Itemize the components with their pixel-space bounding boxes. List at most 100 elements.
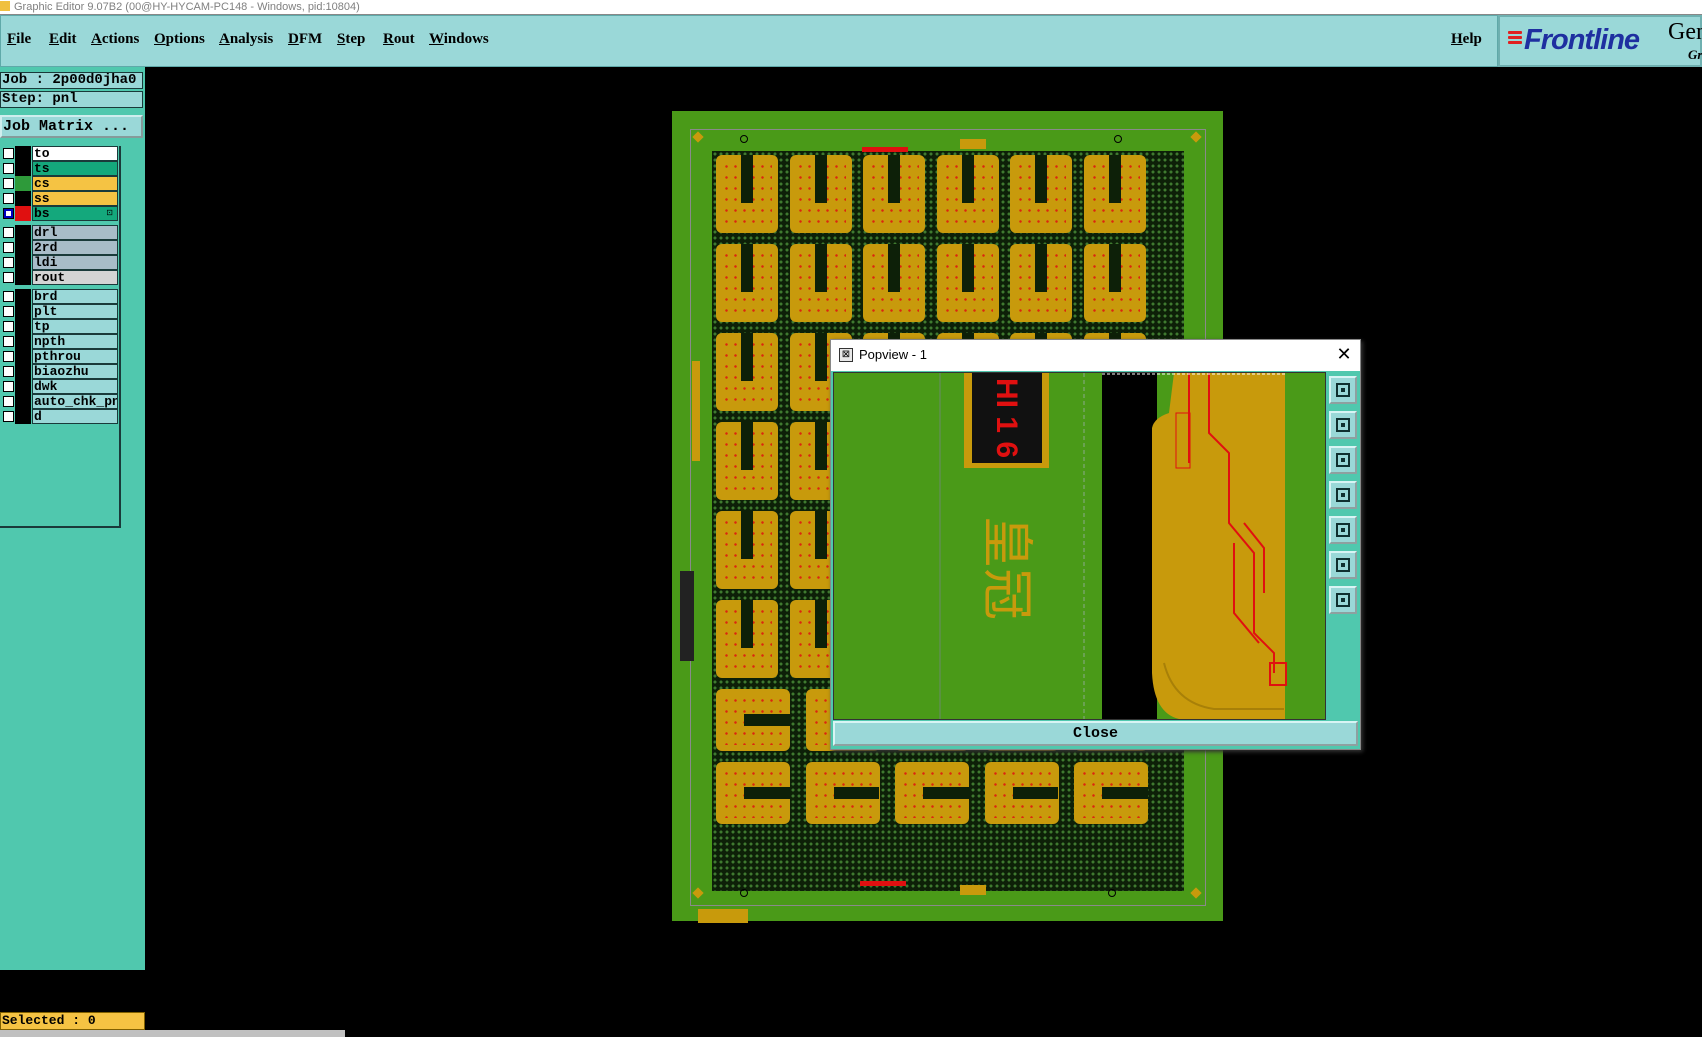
- layer-checkbox[interactable]: [3, 227, 14, 238]
- layer-checkbox[interactable]: [3, 321, 14, 332]
- layer-name[interactable]: to: [32, 146, 118, 161]
- layer-row-to[interactable]: to: [0, 146, 118, 161]
- layer-checkbox[interactable]: [3, 272, 14, 283]
- layer-color-swatch[interactable]: [15, 225, 31, 240]
- menu-step[interactable]: Step: [337, 31, 365, 48]
- layer-checkbox[interactable]: [3, 257, 14, 268]
- layer-row-dwk[interactable]: dwk: [0, 379, 118, 394]
- layer-row-ldi[interactable]: ldi: [0, 255, 118, 270]
- close-button[interactable]: Close: [833, 721, 1358, 746]
- tooling-hole-icon: [1114, 135, 1122, 143]
- rotated-board-text: HI 1 6: [990, 378, 1023, 458]
- layer-color-swatch[interactable]: [15, 206, 31, 221]
- layer-row-drl[interactable]: drl: [0, 225, 118, 240]
- menu-help[interactable]: Help: [1451, 31, 1482, 48]
- layer-checkbox[interactable]: [3, 396, 14, 407]
- job-matrix-button[interactable]: Job Matrix ...: [0, 115, 143, 138]
- layer-name[interactable]: drl: [32, 225, 118, 240]
- menu-windows[interactable]: Windows: [429, 31, 489, 48]
- close-icon[interactable]: ✕: [1334, 340, 1354, 369]
- pan-right-icon[interactable]: [1329, 516, 1357, 544]
- layer-checkbox[interactable]: [3, 411, 14, 422]
- layer-color-swatch[interactable]: [15, 349, 31, 364]
- layer-name[interactable]: pthrou: [32, 349, 118, 364]
- layer-color-swatch[interactable]: [15, 176, 31, 191]
- layer-name[interactable]: d: [32, 409, 118, 424]
- layer-color-swatch[interactable]: [15, 255, 31, 270]
- layer-name[interactable]: ldi: [32, 255, 118, 270]
- popview-canvas[interactable]: HI 1 6 皇冠: [833, 372, 1326, 720]
- menu-edit[interactable]: Edit: [49, 31, 77, 48]
- layer-name[interactable]: biaozhu: [32, 364, 118, 379]
- layer-row-ts[interactable]: ts: [0, 161, 118, 176]
- menu-analysis[interactable]: Analysis: [219, 31, 273, 48]
- layer-color-swatch[interactable]: [15, 394, 31, 409]
- layer-color-swatch[interactable]: [15, 240, 31, 255]
- layer-name[interactable]: ts: [32, 161, 118, 176]
- pcb-unit-rotated: [716, 762, 790, 824]
- layer-name[interactable]: rout: [32, 270, 118, 285]
- logo-brand: Frontline: [1524, 24, 1640, 56]
- layer-name[interactable]: bs: [32, 206, 118, 221]
- layer-checkbox[interactable]: [3, 242, 14, 253]
- layer-color-swatch[interactable]: [15, 319, 31, 334]
- zoom-home-icon[interactable]: [1329, 586, 1357, 614]
- layer-name[interactable]: npth: [32, 334, 118, 349]
- layer-row-cs[interactable]: cs: [0, 176, 118, 191]
- layer-row-pthrou[interactable]: pthrou: [0, 349, 118, 364]
- layer-checkbox[interactable]: [3, 148, 14, 159]
- layer-color-swatch[interactable]: [15, 364, 31, 379]
- layer-checkbox[interactable]: [3, 291, 14, 302]
- layer-color-swatch[interactable]: [15, 161, 31, 176]
- menu-actions[interactable]: Actions: [91, 31, 139, 48]
- layer-name[interactable]: ss: [32, 191, 118, 206]
- menu-rout[interactable]: Rout: [383, 31, 415, 48]
- layer-checkbox[interactable]: [3, 163, 14, 174]
- layer-name[interactable]: dwk: [32, 379, 118, 394]
- pan-left-icon[interactable]: [1329, 481, 1357, 509]
- layer-name[interactable]: plt: [32, 304, 118, 319]
- layer-checkbox[interactable]: [3, 208, 14, 219]
- layer-name[interactable]: auto_chk_pnl: [32, 394, 118, 409]
- layer-color-swatch[interactable]: [15, 379, 31, 394]
- layer-color-swatch[interactable]: [15, 289, 31, 304]
- layer-row-auto-chk-pnl[interactable]: auto_chk_pnl: [0, 394, 118, 409]
- pcb-unit: [936, 155, 999, 233]
- layer-name[interactable]: cs: [32, 176, 118, 191]
- layer-name[interactable]: tp: [32, 319, 118, 334]
- pan-down-icon[interactable]: [1329, 446, 1357, 474]
- layer-color-swatch[interactable]: [15, 270, 31, 285]
- layer-name[interactable]: 2rd: [32, 240, 118, 255]
- menu-dfm[interactable]: DFM: [288, 31, 322, 48]
- layer-color-swatch[interactable]: [15, 334, 31, 349]
- pan-up-icon[interactable]: [1329, 411, 1357, 439]
- layer-checkbox[interactable]: [3, 306, 14, 317]
- layer-checkbox[interactable]: [3, 193, 14, 204]
- layer-row-brd[interactable]: brd: [0, 289, 118, 304]
- layer-color-swatch[interactable]: [15, 409, 31, 424]
- layer-checkbox[interactable]: [3, 366, 14, 377]
- layer-checkbox[interactable]: [3, 178, 14, 189]
- layer-row-plt[interactable]: plt: [0, 304, 118, 319]
- layer-row-npth[interactable]: npth: [0, 334, 118, 349]
- layer-row-d[interactable]: d: [0, 409, 118, 424]
- layer-row-bs[interactable]: bs ⊡: [0, 206, 118, 221]
- menu-options[interactable]: Options: [154, 31, 205, 48]
- layer-checkbox[interactable]: [3, 336, 14, 347]
- layer-row-biaozhu[interactable]: biaozhu: [0, 364, 118, 379]
- layer-checkbox[interactable]: [3, 351, 14, 362]
- layer-name[interactable]: brd: [32, 289, 118, 304]
- pan-down-icon-glyph: [1336, 453, 1350, 467]
- layer-row-ss[interactable]: ss: [0, 191, 118, 206]
- layer-row-rout[interactable]: rout: [0, 270, 118, 285]
- layer-row-2rd[interactable]: 2rd: [0, 240, 118, 255]
- layer-color-swatch[interactable]: [15, 191, 31, 206]
- pcb-unit: [716, 422, 778, 500]
- layer-color-swatch[interactable]: [15, 304, 31, 319]
- layer-checkbox[interactable]: [3, 381, 14, 392]
- layer-color-swatch[interactable]: [15, 146, 31, 161]
- zoom-window-icon[interactable]: [1329, 376, 1357, 404]
- zoom-fit-icon[interactable]: [1329, 551, 1357, 579]
- layer-row-tp[interactable]: tp: [0, 319, 118, 334]
- menu-file[interactable]: File: [7, 31, 31, 48]
